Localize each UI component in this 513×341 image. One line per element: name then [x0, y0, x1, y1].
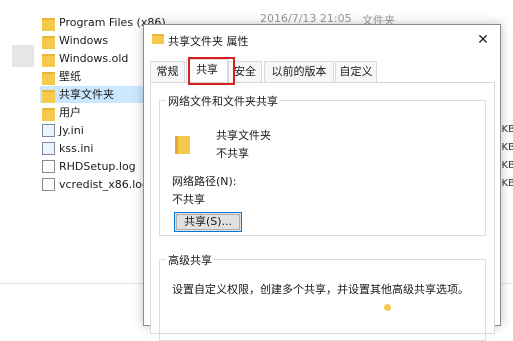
tab-security[interactable]: 安全	[228, 61, 262, 82]
share-status: 不共享	[216, 147, 249, 160]
advanced-share-description: 设置自定义权限，创建多个共享，并设置其他高级共享选项。	[172, 283, 469, 296]
folder-icon	[42, 90, 55, 103]
tab-general[interactable]: 常规	[150, 61, 185, 82]
file-name: vcredist_x86.log	[59, 178, 149, 191]
log-file-icon	[42, 178, 55, 191]
group-label: 网络文件和文件夹共享	[166, 93, 280, 109]
file-name: 用户	[59, 106, 81, 119]
tab-customize[interactable]: 自定义	[335, 61, 377, 82]
shared-folder-name: 共享文件夹	[216, 129, 271, 142]
ini-file-icon	[42, 142, 55, 155]
ini-file-icon	[42, 124, 55, 137]
sharing-panel: 网络文件和文件夹共享 共享文件夹 不共享 网络路径(N): 不共享 共享(S).…	[150, 82, 495, 341]
tab-label: 自定义	[339, 65, 373, 78]
group-label: 高级共享	[166, 252, 214, 268]
close-icon: ✕	[477, 32, 489, 48]
folder-icon	[175, 136, 190, 154]
close-button[interactable]: ✕	[472, 30, 494, 50]
tab-previous-versions[interactable]: 以前的版本	[264, 61, 334, 82]
file-name: Jy.ini	[59, 124, 84, 137]
tab-label: 以前的版本	[271, 65, 327, 78]
file-name: Windows.old	[59, 52, 129, 65]
advanced-share-group: 高级共享 设置自定义权限，创建多个共享，并设置其他高级共享选项。	[159, 252, 486, 341]
log-file-icon	[42, 160, 55, 173]
folder-icon	[42, 108, 55, 121]
file-name: 壁纸	[59, 70, 81, 83]
tab-label: 共享	[196, 63, 218, 76]
folder-icon	[42, 54, 55, 67]
folder-icon	[152, 34, 164, 44]
file-name: kss.ini	[59, 142, 94, 155]
file-name: RHDSetup.log	[59, 160, 136, 173]
folder-icon	[42, 72, 55, 85]
tab-label: 安全	[234, 65, 256, 78]
tab-label: 常规	[156, 65, 179, 78]
network-path-value: 不共享	[172, 193, 205, 206]
network-path-label: 网络路径(N):	[172, 175, 237, 188]
file-name: Windows	[59, 34, 109, 47]
nav-pane-selection	[12, 45, 34, 67]
dialog-title: 共享文件夹 属性	[168, 35, 249, 48]
folder-icon	[42, 18, 55, 31]
file-name: 共享文件夹	[59, 88, 114, 101]
share-button[interactable]: 共享(S)...	[174, 212, 242, 232]
network-share-group: 网络文件和文件夹共享 共享文件夹 不共享 网络路径(N): 不共享 共享(S).…	[159, 93, 486, 236]
properties-dialog: 共享文件夹 属性 ✕ 常规 共享 安全 以前的版本 自定义 网络文件和文件夹共享…	[143, 24, 501, 341]
decoration-dot	[384, 304, 391, 311]
tab-sharing[interactable]: 共享	[186, 59, 228, 82]
title-bar[interactable]: 共享文件夹 属性 ✕	[144, 25, 500, 55]
folder-icon	[42, 36, 55, 49]
